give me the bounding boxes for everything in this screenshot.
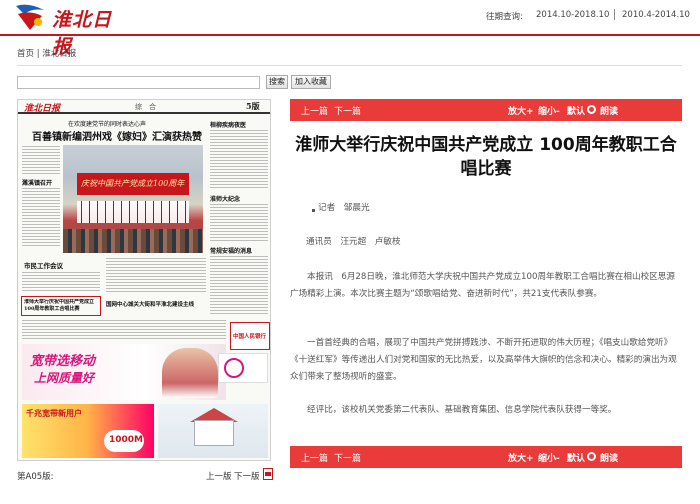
photo-crowd: [63, 229, 203, 253]
default-size-button[interactable]: 默认: [567, 451, 585, 464]
paper-text-column: [210, 204, 268, 242]
photo-banner: 庆祝中国共产党成立100周年: [77, 173, 189, 195]
paper-text-column: [22, 188, 60, 246]
photo-banner-text: 庆祝中国共产党成立100周年: [81, 179, 185, 188]
paper-headline[interactable]: 百善镇新编泗州戏《嫁妇》汇演获热赞: [32, 128, 202, 143]
house-icon: [194, 420, 234, 446]
paper-text-column: [22, 272, 100, 292]
read-aloud-button[interactable]: 朗读: [600, 104, 618, 117]
paper-main-photo[interactable]: 庆祝中国共产党成立100周年: [63, 145, 203, 253]
photo-choir: [77, 201, 189, 223]
zoom-in-button[interactable]: 放大+: [508, 104, 534, 117]
paper-story-head[interactable]: 濉溪镇召开: [22, 178, 52, 187]
page-edition-label: 第A05版:: [17, 472, 54, 482]
bullet-icon: [312, 209, 315, 212]
paper-text-column: [22, 146, 60, 174]
search-input[interactable]: [17, 76, 260, 89]
article-toolbar-top: 上一篇 下一篇 放大+ 缩小- 默认 朗读: [290, 99, 682, 121]
period-label: 往期查询:: [486, 12, 523, 22]
read-aloud-button[interactable]: 朗读: [600, 451, 618, 464]
reset-icon[interactable]: [587, 105, 596, 114]
paper-text-column: [106, 258, 206, 294]
paper-logo: 淮北日报: [24, 104, 61, 114]
ad-bottom-price: 1000M: [109, 435, 144, 445]
bookmark-button[interactable]: 加入收藏: [291, 75, 331, 89]
ad-circle-icon: [224, 358, 244, 378]
paper-masthead: 淮北日报 综 合 5版: [18, 100, 270, 114]
prev-page-link[interactable]: 上一版: [206, 470, 232, 482]
logo-swoosh-icon: [16, 4, 44, 30]
paper-subhead: 在欢度建党节的同时表达心声: [68, 121, 147, 128]
zoom-in-button[interactable]: 放大+: [508, 451, 534, 464]
paper-side-head[interactable]: 淮师大纪念: [210, 194, 240, 203]
paper-section: 综 合: [135, 103, 156, 111]
paper-text-column: [210, 130, 268, 190]
paper-story-head[interactable]: 国网中心城关大街和平淮北建设主线: [106, 300, 194, 308]
period-link-2014-2018[interactable]: 2014.10-2018.10: [536, 10, 609, 20]
reset-icon[interactable]: [587, 452, 596, 461]
paper-highlight-head: 淮师大举行庆祝中国共产党成立100周年教职工合唱比赛: [24, 299, 95, 312]
prev-article-link[interactable]: 上一篇: [301, 451, 328, 464]
article-correspondents: 通讯员 汪元超 卢敏枝: [306, 237, 401, 247]
newspaper-page-thumbnail[interactable]: 淮北日报 综 合 5版 在欢度建党节的同时表达心声 百善镇新编泗州戏《嫁妇》汇演…: [17, 99, 271, 461]
paper-ad-gigabit[interactable]: 千兆宽带新用户 1000M: [22, 404, 154, 458]
paper-text-column: [22, 320, 226, 340]
period-divider: [614, 9, 615, 20]
paper-side-head[interactable]: 常规安福的消息: [210, 246, 252, 255]
header-rule: [0, 34, 700, 36]
article-toolbar-bottom: 上一篇 下一篇 放大+ 缩小- 默认 朗读: [290, 446, 682, 468]
search-button[interactable]: 搜索: [266, 75, 288, 89]
article-paragraph-3: 经评比，该校机关党委第二代表队、基础教育集团、信息学院代表队获得一等奖。: [307, 405, 617, 415]
paper-current-article-highlight[interactable]: 淮师大举行庆祝中国共产党成立100周年教职工合唱比赛: [21, 296, 101, 316]
ad-mobile-line-1: 宽带选移动: [30, 354, 96, 369]
next-page-link[interactable]: 下一版: [234, 470, 260, 482]
ad-bank-text: 中国人民银行: [233, 334, 267, 340]
paper-side-head[interactable]: 桓柳疾病夜医: [210, 120, 246, 129]
article-reporter: 记者 邹晨光: [318, 203, 370, 213]
article-paragraph-2: 一首首经典的合唱，展现了中国共产党拼搏践涉、不断开拓进取的伟大历程；《唱支山歌给…: [290, 338, 677, 382]
breadcrumb-divider: [17, 65, 682, 66]
paper-ad-broadband[interactable]: 宽带选移动 上网质量好: [22, 344, 226, 400]
paper-story-head[interactable]: 市民工作会议: [24, 260, 63, 270]
ad-mobile-line-2: 上网质量好: [34, 371, 95, 385]
ad-person-image: [162, 348, 218, 398]
ad-bottom-title: 千兆宽带新用户: [26, 409, 82, 418]
paper-ad-small[interactable]: [218, 353, 268, 383]
next-article-link[interactable]: 下一篇: [334, 451, 361, 464]
zoom-out-button[interactable]: 缩小-: [538, 451, 560, 464]
paper-page-number: 5版: [246, 101, 260, 111]
period-link-2010-2014[interactable]: 2010.4-2014.10: [622, 10, 690, 20]
pdf-download-icon[interactable]: [263, 468, 273, 480]
article-paragraph-1: 本报讯 6月28日晚，淮北师范大学庆祝中国共产党成立100周年教职工合唱比赛在相…: [290, 272, 675, 299]
paper-text-column: [210, 256, 268, 316]
ad-bottom-price-badge: 1000M: [104, 430, 144, 452]
paper-ad-house[interactable]: [158, 404, 268, 458]
breadcrumb[interactable]: 首页 | 淮北日报: [17, 47, 76, 59]
paper-ad-bank[interactable]: 中国人民银行: [230, 322, 270, 350]
zoom-out-button[interactable]: 缩小-: [538, 104, 560, 117]
default-size-button[interactable]: 默认: [567, 104, 585, 117]
site-header: 淮北日报 往期查询: 2014.10-2018.10 2010.4-2014.1…: [0, 0, 700, 58]
article-title: 淮师大举行庆祝中国共产党成立 100周年教职工合唱比赛: [295, 135, 677, 179]
next-article-link[interactable]: 下一篇: [334, 104, 361, 117]
prev-article-link[interactable]: 上一篇: [301, 104, 328, 117]
site-logo[interactable]: 淮北日报: [14, 2, 124, 58]
